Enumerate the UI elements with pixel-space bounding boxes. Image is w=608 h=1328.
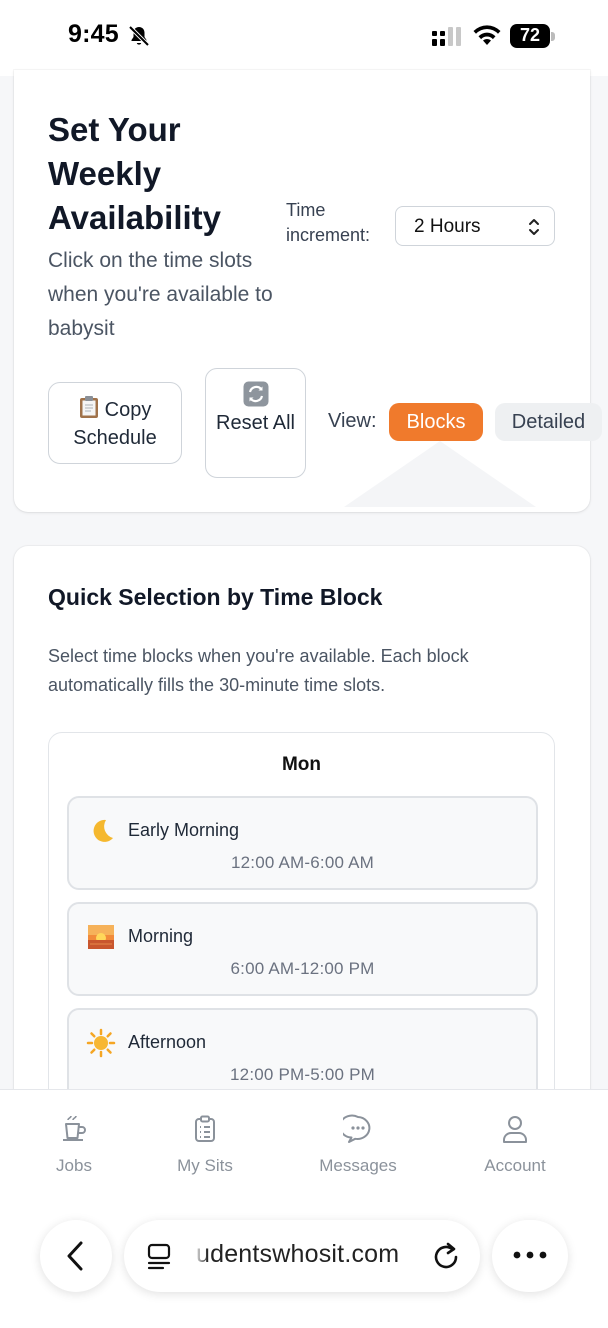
chat-bubble-icon: [343, 1114, 371, 1143]
crescent-moon-icon: [93, 819, 113, 842]
time-block-range: 6:00 AM-12:00 PM: [230, 959, 375, 978]
status-bar: 9:45 72: [0, 0, 608, 76]
nav-messages-label: Messages: [319, 1156, 397, 1175]
sun-icon: [86, 1028, 116, 1058]
sunrise-icon: [88, 925, 114, 949]
status-time: 9:45: [68, 20, 119, 48]
time-block-range: 12:00 PM-5:00 PM: [230, 1065, 375, 1084]
nav-my-sits-label: My Sits: [177, 1156, 233, 1175]
view-label: View:: [328, 410, 377, 432]
reload-icon[interactable]: [432, 1240, 462, 1272]
nav-account-label: Account: [484, 1156, 546, 1175]
back-chevron-icon: [67, 1241, 83, 1271]
time-increment-label: Time increment:: [286, 200, 371, 245]
nav-my-sits[interactable]: My Sits: [145, 1114, 265, 1176]
time-increment-select[interactable]: 2 Hours: [395, 206, 555, 246]
reset-all-button[interactable]: Reset All: [205, 368, 306, 478]
time-block-label: Morning: [128, 926, 194, 946]
browser-more-button[interactable]: [492, 1220, 568, 1292]
time-block-early-morning[interactable]: Early Morning 12:00 AM-6:00 AM: [67, 796, 538, 890]
nav-jobs-label: Jobs: [56, 1156, 92, 1175]
browser-back-button[interactable]: [40, 1220, 112, 1292]
quick-selection-description: Select time blocks when you're available…: [48, 646, 469, 695]
battery-level: 72: [519, 25, 541, 45]
copy-schedule-button[interactable]: Copy Schedule: [48, 382, 182, 464]
availability-card: Set Your Weekly Availability Click on th…: [14, 70, 602, 512]
person-icon: [503, 1116, 527, 1143]
battery-icon: 72: [510, 24, 556, 48]
bell-slash-icon: [128, 25, 150, 47]
time-block-label: Early Morning: [128, 820, 240, 840]
nav-messages[interactable]: Messages: [298, 1114, 418, 1176]
time-block-label: Afternoon: [128, 1032, 207, 1052]
view-detailed-toggle[interactable]: Detailed: [495, 403, 602, 441]
select-chevrons-icon: [529, 219, 539, 235]
time-block-range: 12:00 AM-6:00 AM: [230, 853, 375, 872]
bottom-nav: Jobs My Sits Messages Account: [0, 1089, 608, 1328]
nav-jobs[interactable]: Jobs: [14, 1114, 134, 1176]
time-increment-value: 2 Hours: [414, 216, 481, 237]
browser-url-bar[interactable]: udentswhosit.com: [124, 1220, 480, 1292]
url-text: udentswhosit.com: [196, 1240, 400, 1268]
wifi-icon: [473, 25, 501, 45]
cup-icon: [63, 1115, 86, 1141]
page-title: Set Your Weekly Availability: [48, 111, 222, 236]
cellular-signal-icon: [432, 27, 461, 46]
clipboard-icon: [79, 396, 98, 418]
url-fade: [194, 1234, 208, 1278]
more-icon: [513, 1251, 547, 1259]
clipboard-icon: [195, 1115, 215, 1142]
reset-all-label: Reset All: [216, 412, 295, 434]
time-block-afternoon[interactable]: Afternoon 12:00 PM-5:00 PM: [67, 1008, 538, 1102]
quick-selection-card: Quick Selection by Time Block Select tim…: [14, 546, 590, 1112]
nav-account[interactable]: Account: [455, 1114, 575, 1176]
day-panel-mon: Mon Early Morning 12:00 AM-6:00 AM Morni…: [48, 732, 555, 1112]
reset-arrows-icon: [243, 381, 268, 407]
view-tooltip-tail: [344, 441, 536, 507]
day-name: Mon: [281, 754, 322, 775]
page-subtitle: Click on the time slots when you're avai…: [48, 249, 273, 340]
view-blocks-toggle[interactable]: Blocks: [389, 403, 483, 441]
time-block-morning[interactable]: Morning 6:00 AM-12:00 PM: [67, 902, 538, 996]
quick-selection-title: Quick Selection by Time Block: [48, 584, 383, 610]
tabs-icon: [147, 1243, 171, 1270]
